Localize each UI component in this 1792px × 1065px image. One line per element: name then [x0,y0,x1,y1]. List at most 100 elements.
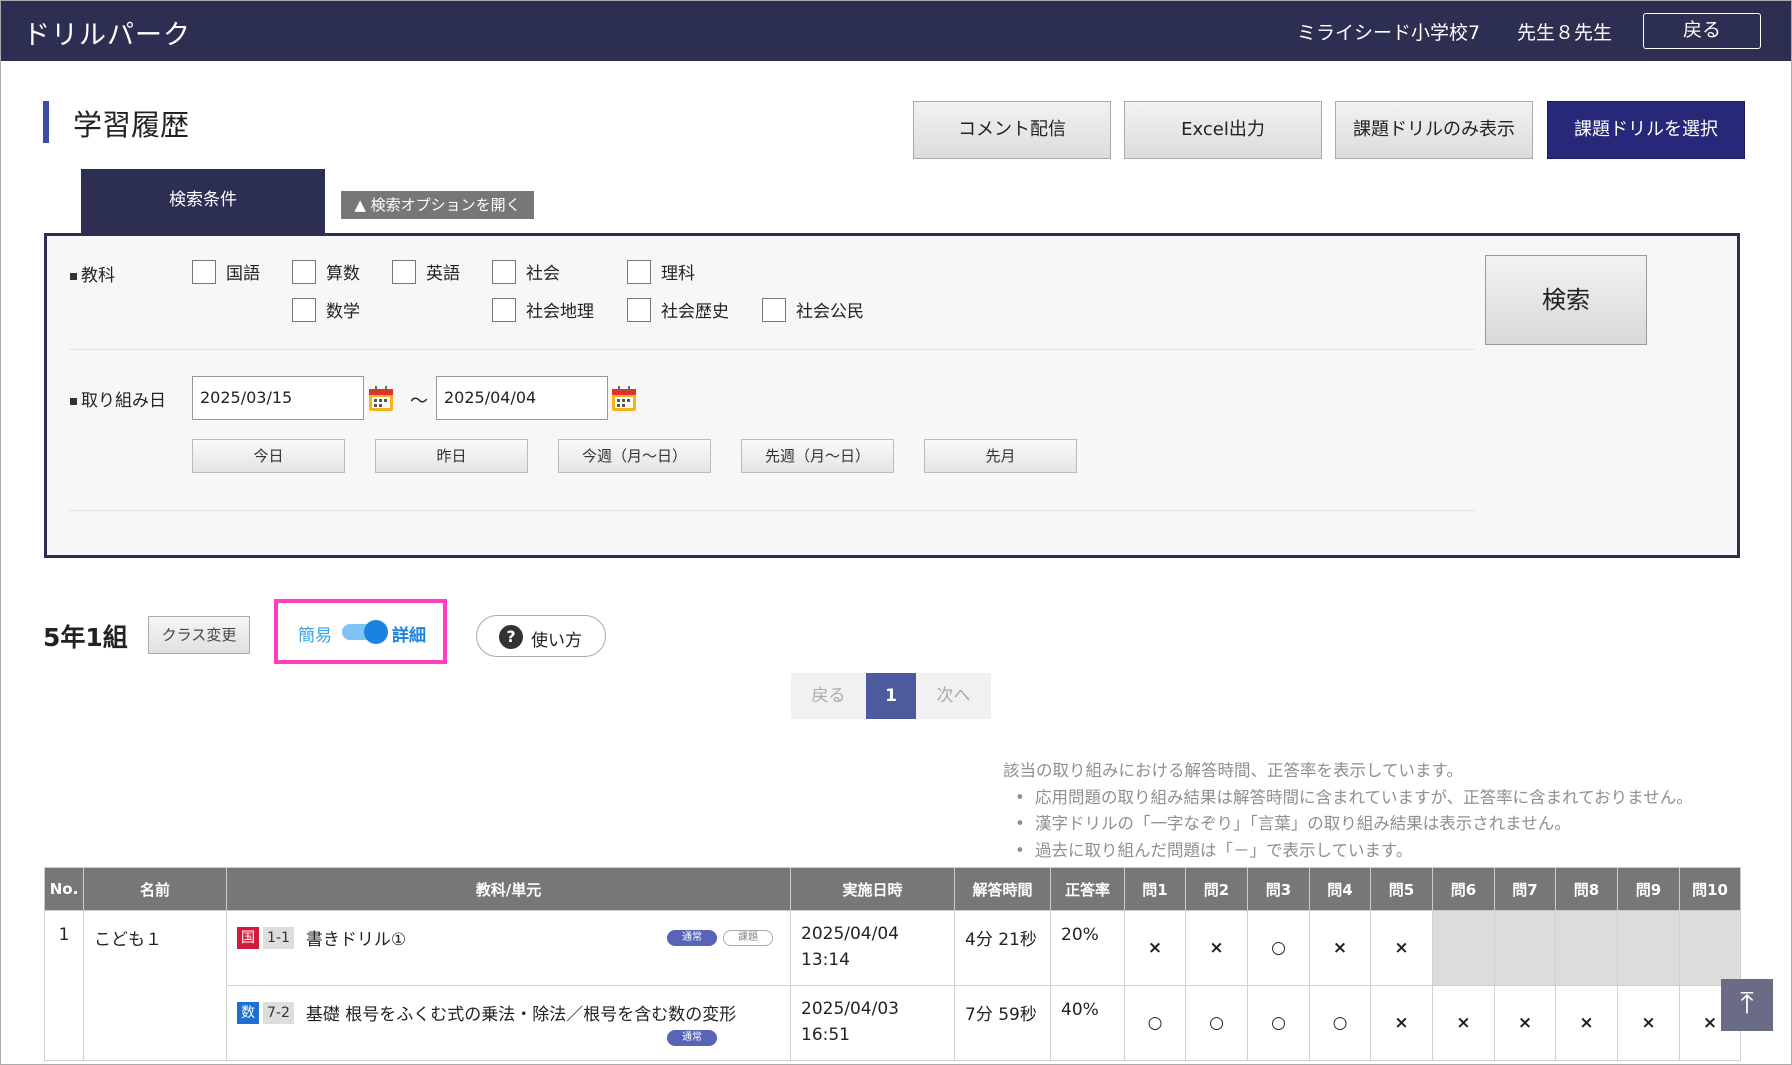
tag-normal: 通常 [667,930,717,946]
mark-cell: × [1432,985,1495,1061]
mark-cell-empty [1432,910,1495,986]
mark-cell: ○ [1309,985,1371,1061]
unit-code: 7-2 [263,1001,294,1024]
history-table: No. 名前 教科/単元 実施日時 解答時間 正答率 問1 問2 問3 問4 問… [44,867,1741,1061]
mark-cell: × [1370,985,1433,1061]
mark-cell: ○ [1185,985,1248,1061]
quick-yesterday-button[interactable]: 昨日 [375,439,528,473]
date-cell: 2025/04/03 16:51 [790,985,955,1061]
search-options-toggle[interactable]: ▲ 検索オプションを開く [341,191,534,219]
checkbox-shakai[interactable]: 社会 [492,259,560,284]
checkbox-shakai-rekishi[interactable]: 社会歴史 [627,297,729,322]
page-title: 学習履歴 [73,108,190,142]
col-header: No. [44,867,84,911]
subject-unit-cell[interactable]: 数 7-2 基礎 根号をふくむ式の乗法・除法／根号を含む数の変形 通常 [226,985,791,1061]
date-to-input[interactable]: 2025/04/04 [436,376,608,420]
checkbox-sansu[interactable]: 算数 [292,259,360,284]
tab-search-conditions[interactable]: 検索条件 [81,169,325,235]
mark-cell: × [1494,985,1556,1061]
checkbox-shakai-komin[interactable]: 社会公民 [762,297,864,322]
col-header[interactable]: 名前 [83,867,227,911]
quick-this-week-button[interactable]: 今週（月～日） [558,439,711,473]
kadai-select-button[interactable]: 課題ドリルを選択 [1547,101,1745,159]
notes: 該当の取り組みにおける解答時間、正答率を表示しています。 応用問題の取り組み結果… [1003,758,1693,864]
subject-badge-kokugo: 国 [237,926,259,949]
comment-deliver-button[interactable]: コメント配信 [913,101,1111,159]
divider [69,349,1475,350]
mark-cell: × [1124,910,1186,986]
col-header: 問5 [1370,867,1433,911]
calendar-icon[interactable] [367,385,395,413]
divider [69,510,1475,511]
tag-assignment: 課題 [723,930,773,946]
school-name: ミライシード小学校7 [1297,22,1481,44]
pagination-prev: 戻る [791,673,866,719]
mark-cell-empty [1494,910,1556,986]
app-header: ドリルパーク ミライシード小学校7 先生８先生 戻る [1,1,1791,61]
toggle-simple-label[interactable]: 簡易 [298,621,332,646]
subject-unit-cell[interactable]: 国 1-1 書きドリル① 通常 課題 [226,910,791,986]
date-cell: 2025/04/04 13:14 [790,910,955,986]
col-header: 問6 [1432,867,1495,911]
pagination-page-1[interactable]: 1 [866,673,916,719]
toggle-detail-label[interactable]: 詳細 [392,621,426,646]
checkbox-shakai-chiri[interactable]: 社会地理 [492,297,594,322]
checkbox-sugaku[interactable]: 数学 [292,297,360,322]
view-mode-switch[interactable] [342,620,388,644]
title-accent-bar [43,101,49,143]
view-mode-toggle: 簡易 詳細 [274,599,447,664]
mark-cell: × [1555,985,1618,1061]
checkbox-rika[interactable]: 理科 [627,259,695,284]
col-header[interactable]: 解答時間 [954,867,1051,911]
note-item: 過去に取り組んだ問題は「－」で表示しています。 [1003,838,1693,865]
mark-cell-empty [1679,910,1741,986]
correct-rate: 40% [1050,985,1125,1061]
col-header: 問2 [1185,867,1248,911]
col-header: 問4 [1309,867,1371,911]
row-no: 1 [44,910,84,1061]
note-item: 漢字ドリルの「一字なぞり」「言葉」の取り組み結果は表示されません。 [1003,811,1693,838]
search-button[interactable]: 検索 [1485,255,1647,345]
header-back-button[interactable]: 戻る [1643,13,1761,49]
mark-cell: × [1370,910,1433,986]
kadai-only-button[interactable]: 課題ドリルのみ表示 [1335,101,1533,159]
teacher-name: 先生８先生 [1517,22,1613,44]
table-header-row: No. 名前 教科/単元 実施日時 解答時間 正答率 問1 問2 問3 問4 問… [44,867,1741,911]
col-header[interactable]: 教科/単元 [226,867,791,911]
search-panel: 教科 国語 算数 英語 社会 理科 数学 社会地理 社会歴史 社会公民 取り組み… [44,233,1740,558]
square-bullet-icon [70,272,77,280]
quick-last-week-button[interactable]: 先週（月～日） [741,439,894,473]
checkbox-eigo[interactable]: 英語 [392,259,460,284]
quick-today-button[interactable]: 今日 [192,439,345,473]
mark-cell-empty [1555,910,1618,986]
subject-label: 教科 [70,261,115,286]
question-circle-icon: ? [499,625,523,649]
usage-help-button[interactable]: ? 使い方 [476,615,606,657]
time-value: 13:14 [801,950,850,970]
col-header[interactable]: 正答率 [1050,867,1125,911]
answer-time: 4分 21秒 [954,910,1051,986]
student-name[interactable]: こども１ [83,910,227,1061]
col-header[interactable]: 実施日時 [790,867,955,911]
class-name: 5年1組 [43,623,128,652]
note-main: 該当の取り組みにおける解答時間、正答率を表示しています。 [1003,761,1463,780]
mark-cell: × [1185,910,1248,986]
app-title: ドリルパーク [23,20,191,51]
col-header: 問10 [1679,867,1741,911]
quick-last-month-button[interactable]: 先月 [924,439,1077,473]
table-row: 数 7-2 基礎 根号をふくむ式の乗法・除法／根号を含む数の変形 通常 2025/0… [45,985,1741,1061]
unit-name: 基礎 根号をふくむ式の乗法・除法／根号を含む数の変形 [305,1005,737,1025]
answer-time: 7分 59秒 [954,985,1051,1061]
excel-export-button[interactable]: Excel出力 [1124,101,1322,159]
unit-name: 書きドリル① [305,930,407,950]
col-header: 問7 [1494,867,1556,911]
calendar-icon[interactable] [610,385,638,413]
square-bullet-icon [70,397,77,405]
date-value: 2025/04/04 [801,924,899,944]
class-change-button[interactable]: クラス変更 [148,616,250,654]
arrow-up-to-top-icon[interactable]: ⤒ [1721,979,1773,1031]
date-label: 取り組み日 [70,386,166,411]
date-from-input[interactable]: 2025/03/15 [192,376,364,420]
checkbox-kokugo[interactable]: 国語 [192,259,260,284]
mark-cell-empty [1617,910,1680,986]
